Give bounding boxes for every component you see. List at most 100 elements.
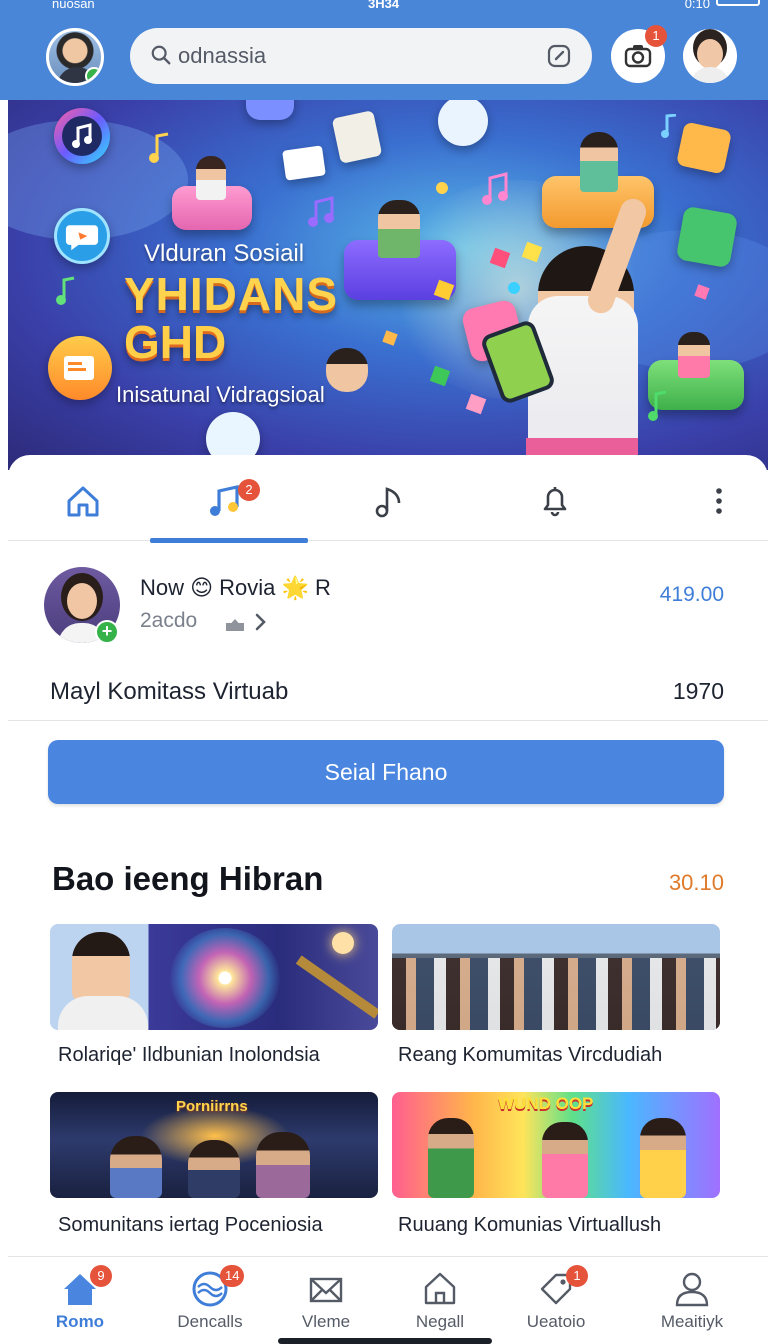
thumbnail-image[interactable]: Porniirrns: [50, 1092, 378, 1198]
bell-icon: [543, 487, 567, 517]
nav-ueatoio-label: Ueatoio: [526, 1312, 586, 1331]
post-subtitle: 2acdo: [140, 609, 198, 632]
tab-notifications[interactable]: [480, 455, 630, 541]
post-title: Mayl Komitass Virtuab: [50, 678, 289, 705]
camera-badge: 1: [645, 25, 667, 47]
tab-music[interactable]: 2: [150, 455, 308, 543]
tab-bar: 2: [8, 455, 768, 543]
music-tab-badge: 2: [238, 479, 260, 501]
active-tab-indicator: [150, 538, 308, 543]
house-outline-icon: [424, 1272, 456, 1305]
tab-home[interactable]: [8, 455, 158, 541]
moon-shape: [332, 932, 354, 954]
nav-ueatoio[interactable]: 1 Ueatoio: [496, 1257, 616, 1344]
home-icon: [67, 486, 99, 517]
thumb-person: [256, 1132, 310, 1198]
house-chevron-icon[interactable]: [224, 611, 270, 633]
music-note-icon: [149, 132, 169, 163]
star-card-icon: [675, 205, 739, 269]
music-note-icon: [308, 196, 334, 227]
my-avatar[interactable]: [46, 28, 104, 86]
photo-frame-icon: [282, 145, 326, 181]
status-right: 0:10: [684, 0, 710, 11]
thumb-person: [188, 1140, 240, 1198]
status-bar: nuosan 3H34 0:10: [0, 0, 768, 12]
person-figure: [580, 132, 618, 192]
music-bubble-icon: [54, 108, 110, 164]
top-bar: nuosan 3H34 0:10 1: [0, 0, 768, 100]
camera-button[interactable]: 1: [611, 25, 667, 83]
nav-meaitiyk-label: Meaitiyk: [660, 1312, 724, 1331]
hero-subtitle: Vlduran Sosiail: [144, 240, 305, 267]
firework-burst: [170, 928, 280, 1028]
follow-plus-icon[interactable]: +: [95, 620, 119, 644]
status-time: 3H34: [368, 0, 400, 11]
event-sign: WUND OOP: [498, 1094, 594, 1113]
thumbnail-caption[interactable]: Ruuang Komunias Virtuallush: [398, 1214, 661, 1237]
camera-icon: [624, 45, 652, 68]
nav-vleme-label: Vleme: [301, 1312, 351, 1331]
nav-meaitiyk[interactable]: Meaitiyk: [632, 1257, 752, 1344]
music-note-icon: [648, 390, 667, 421]
stage-sign: Porniirrns: [176, 1098, 248, 1115]
nav-negall[interactable]: Negall: [380, 1257, 500, 1344]
divider: [8, 720, 768, 721]
guitar-neck: [295, 955, 378, 1019]
search-bar[interactable]: [130, 28, 592, 84]
home-indicator: [278, 1338, 492, 1344]
mail-icon: [309, 1277, 343, 1303]
edit-icon[interactable]: [546, 43, 572, 69]
person-figure: [378, 200, 420, 258]
primary-action-button[interactable]: Seial Fhano: [48, 740, 724, 804]
thumbnail-caption[interactable]: Reang Komumitas Vircdudiah: [398, 1044, 662, 1067]
chat-bubble-icon: [54, 208, 110, 264]
photo-bubble-icon: [438, 100, 488, 146]
app-bubble-icon: [246, 100, 294, 120]
dot-shape: [434, 180, 450, 196]
post-count: 1970: [672, 678, 724, 704]
section-title: Bao ieeng Hibran: [52, 860, 324, 897]
post-price: 419.00: [659, 583, 724, 606]
profile-face: [697, 39, 723, 69]
music-note-icon: [482, 172, 508, 205]
cube-shape: [382, 330, 398, 346]
profile-body: [691, 67, 729, 83]
person-figure: [196, 156, 226, 200]
status-carrier: nuosan: [52, 0, 95, 11]
hero-title-line1: YHIDANS: [124, 268, 339, 320]
thumb-person: [542, 1122, 588, 1198]
user-icon: [675, 1272, 709, 1307]
hero-banner[interactable]: Vlduran Sosiail YHIDANS GHD Inisatunal V…: [8, 100, 768, 470]
nav-dencalls-badge: 14: [220, 1265, 245, 1287]
hero-title-line2: GHD: [124, 316, 227, 368]
content-card: 2: [8, 455, 768, 1344]
nav-home[interactable]: 9 Romo: [20, 1257, 140, 1344]
section-count[interactable]: 30.10: [669, 870, 724, 896]
person-figure: [678, 332, 710, 378]
battery-icon: [716, 0, 760, 6]
post-author-name[interactable]: Now 😊 Rovia 🌟 R: [140, 575, 331, 601]
thumb-person: [72, 932, 130, 1002]
music-note-icon: [375, 487, 401, 518]
nav-dencalls[interactable]: 14 Dencalls: [150, 1257, 270, 1344]
thumbnail-image[interactable]: [50, 924, 378, 1030]
thumbnail-caption[interactable]: Rolariqe' Ildbunian Inolondsia: [58, 1044, 320, 1067]
thumbnail-caption[interactable]: Somunitans iertag Poceniosia: [58, 1214, 323, 1237]
thumbnail-image[interactable]: WUND OOP: [392, 1092, 720, 1198]
nav-home-badge: 9: [90, 1265, 112, 1287]
tab-note[interactable]: [314, 455, 464, 541]
person-figure: [326, 348, 368, 392]
nav-dencalls-label: Dencalls: [177, 1312, 243, 1331]
thumb-person: [110, 1136, 162, 1198]
crowd-shape: [392, 958, 720, 1030]
online-status-dot: [85, 67, 101, 83]
tab-more[interactable]: [644, 455, 768, 541]
nav-home-label: Romo: [55, 1312, 105, 1331]
more-vertical-icon: [716, 488, 722, 514]
search-input[interactable]: [178, 40, 538, 72]
nav-vleme[interactable]: Vleme: [266, 1257, 386, 1344]
thumbnail-image[interactable]: [392, 924, 720, 1030]
avatar-face: [67, 583, 97, 619]
video-bubble-icon: [48, 336, 112, 400]
profile-avatar-button[interactable]: [683, 29, 737, 83]
